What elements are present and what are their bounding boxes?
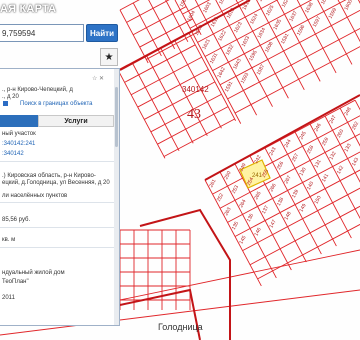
address-line-1: ., р-н Кирово-Чепецкий, д: [2, 87, 73, 93]
search-input[interactable]: [0, 24, 84, 42]
cadastral-block-link[interactable]: :340142: [2, 151, 24, 158]
search-button[interactable]: Найти: [86, 24, 118, 42]
search-bar: Найти: [0, 24, 120, 42]
star-icon[interactable]: ★: [100, 48, 118, 66]
search-in-bounds-link[interactable]: Поиск в границах объекта: [20, 101, 93, 108]
full-address-line-2: ецкий, д.Голодница, ул Весенняя, д 20: [2, 180, 110, 186]
tab-info[interactable]: [0, 115, 38, 127]
registration-date: 2011: [2, 295, 15, 301]
panel-action-icons[interactable]: ☆ ✕: [92, 75, 104, 82]
app-title: АЯ КАРТА: [0, 3, 57, 15]
address-line-2: ., д 20: [2, 94, 19, 100]
full-address-line-1: .) Кировская область, р-н Кирово-: [2, 173, 96, 179]
land-category: ли населённых пунктов: [2, 193, 68, 199]
object-type: ный участок: [2, 131, 36, 137]
tab-services[interactable]: Услуги: [38, 115, 114, 127]
divider: [0, 227, 114, 228]
divider: [0, 161, 114, 162]
cadastral-cost: 85,56 руб.: [2, 217, 31, 223]
divider: [0, 247, 114, 248]
cadastral-number-link[interactable]: :340142:241: [2, 141, 35, 148]
panel-scrollbar[interactable]: [114, 69, 119, 325]
back-arrow-icon[interactable]: [3, 101, 8, 106]
zone-number-label: 43: [187, 107, 201, 122]
cadastral-engineer: ТеоПлан": [2, 279, 29, 285]
permitted-usage: ндуальный жилой дом: [2, 270, 65, 276]
area-value: кв. м: [2, 237, 16, 243]
village-label: Голодница: [158, 322, 203, 332]
panel-tabs: Услуги: [0, 115, 114, 127]
divider: [0, 202, 114, 203]
object-info-panel: ☆ ✕ ., р-н Кирово-Чепецкий, д ., д 20 По…: [0, 68, 120, 326]
block-label-340142: 340142: [182, 85, 209, 94]
